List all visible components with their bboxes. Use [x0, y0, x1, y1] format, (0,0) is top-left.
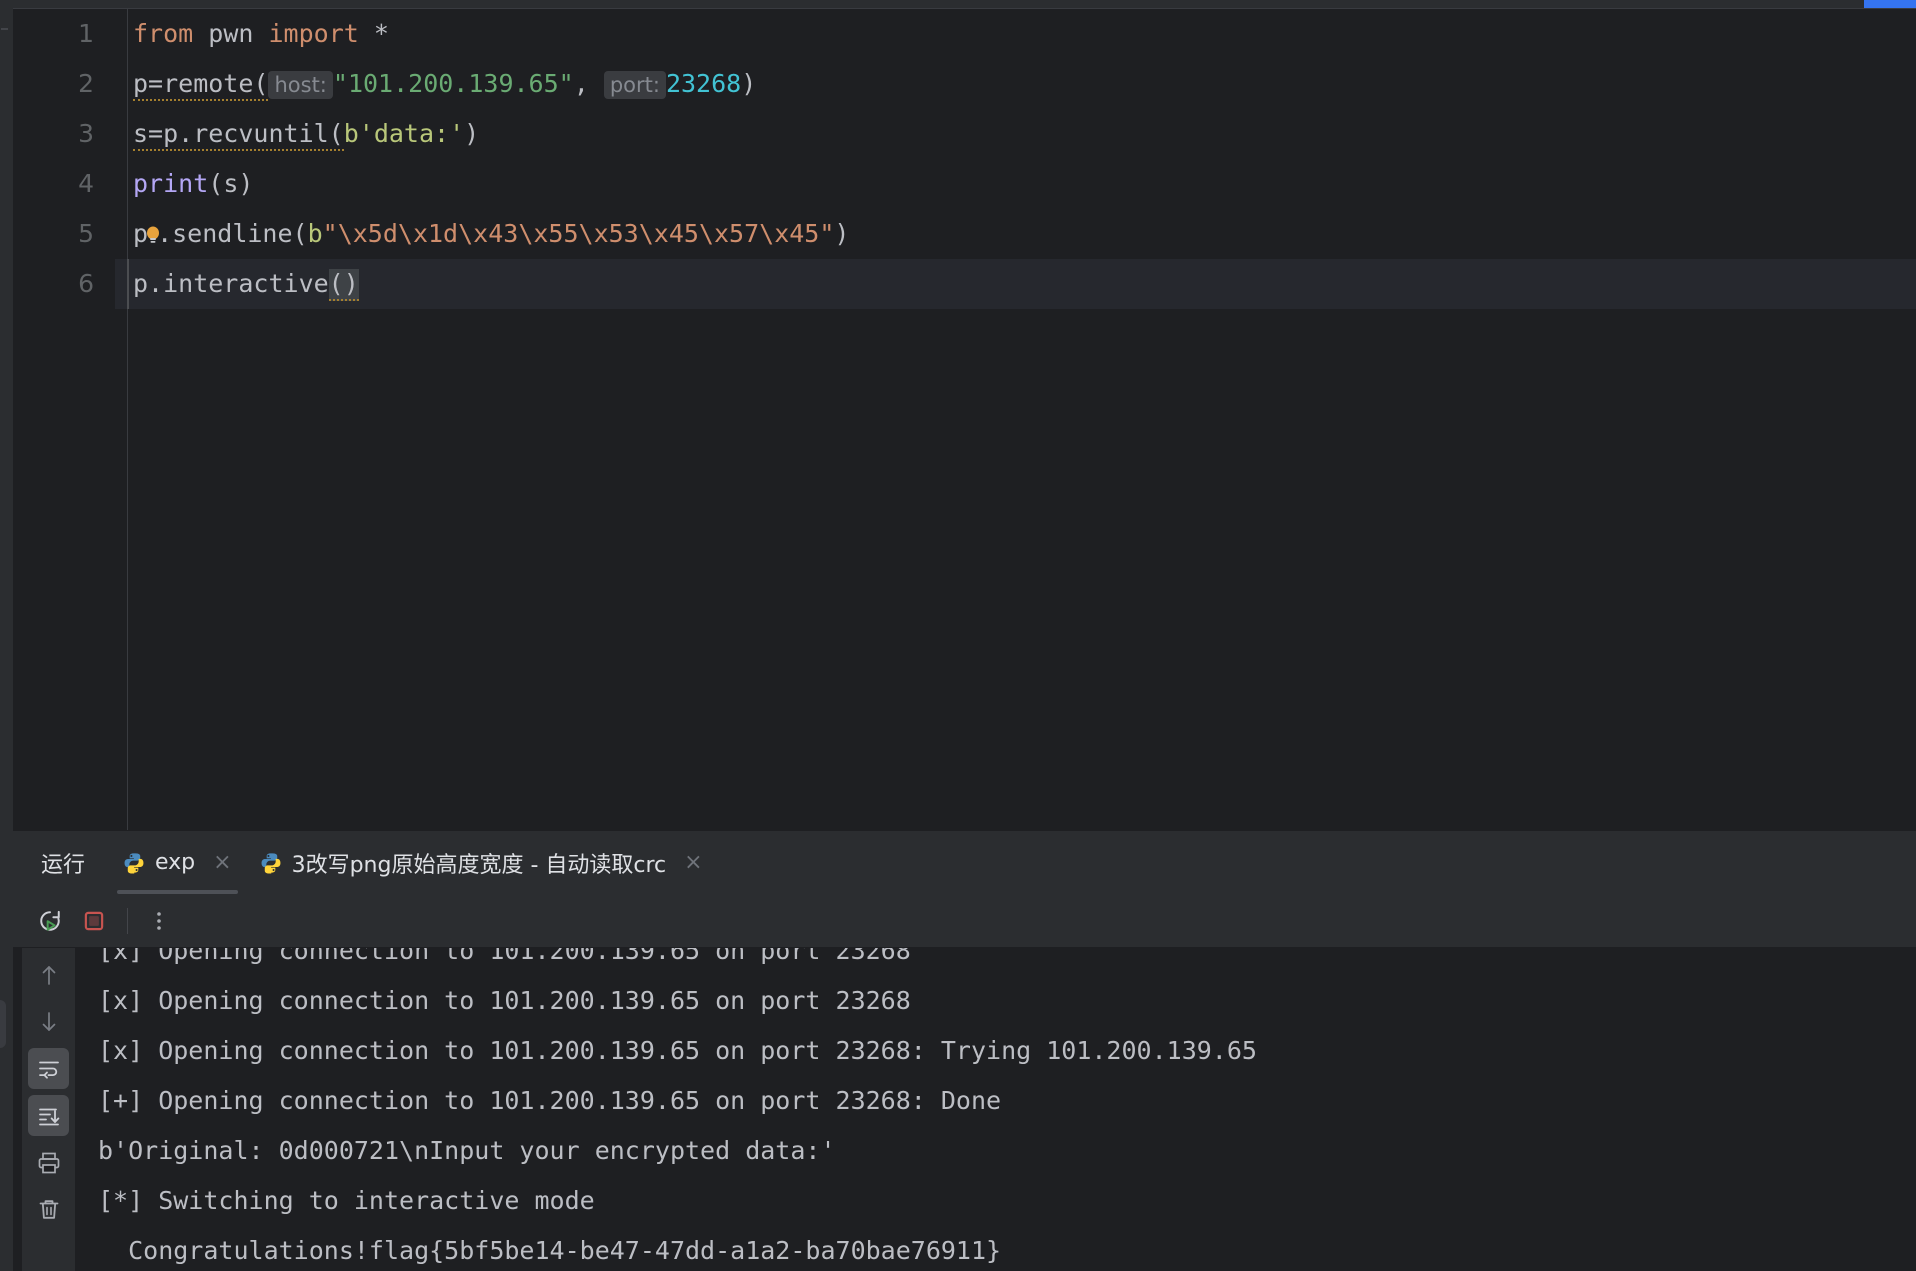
toolbar-separator	[127, 908, 128, 934]
token-interactive-call: p.interactive	[133, 269, 329, 298]
code-line-4[interactable]: print(s)	[115, 159, 1916, 209]
left-strip-tab-handle[interactable]	[0, 1000, 6, 1048]
code-editor[interactable]: 1 2 3 4 5 6 from pwn import * p=remote(h…	[13, 0, 1916, 830]
run-tab-label: 3改写png原始高度宽度 - 自动读取crc	[291, 852, 667, 878]
close-icon[interactable]: ×	[213, 850, 231, 875]
run-tool-window: 运行 exp × 3改写png原始高度宽度 - 自动读取crc × [x] Op…	[13, 830, 1916, 1271]
token-hex-escapes: \x5d\x1d\x43\x55\x53\x45\x57\x45	[337, 219, 820, 248]
rerun-button[interactable]	[33, 904, 67, 938]
editor-gutter[interactable]: 1 2 3 4 5 6	[13, 9, 115, 830]
line-number: 3	[78, 119, 94, 148]
token-keyword-from: from	[133, 19, 194, 48]
line-number: 4	[78, 169, 94, 198]
run-tab-png-script[interactable]: 3改写png原始高度宽度 - 自动读取crc ×	[246, 831, 717, 894]
console-side-rail	[22, 948, 75, 1271]
editor-progress-indicator	[1864, 0, 1916, 8]
console-line: [x] Opening connection to 101.200.139.65…	[98, 948, 911, 965]
more-options-button[interactable]	[142, 904, 176, 938]
run-panel-title: 运行	[41, 852, 86, 878]
scroll-down-button[interactable]	[28, 1001, 69, 1042]
console-line: [*] Switching to interactive mode	[98, 1186, 595, 1215]
console-line: b'Original: 0d000721\nInput your encrypt…	[98, 1136, 836, 1165]
console-line: [+] Opening connection to 101.200.139.65…	[98, 1086, 1002, 1115]
code-line-6[interactable]: p.interactive()	[115, 259, 1916, 309]
token-port-number: 23268	[665, 69, 742, 98]
line-number: 2	[78, 69, 94, 98]
token-bytes-literal: 'data:'	[358, 119, 465, 148]
token-keyword-import: import	[268, 19, 359, 48]
token-bytes-prefix: b	[307, 219, 323, 248]
token-bytes-prefix: b	[343, 119, 359, 148]
token-paren-close: )	[741, 69, 757, 98]
clear-all-button[interactable]	[28, 1189, 69, 1230]
code-line-1[interactable]: from pwn import *	[115, 9, 1916, 59]
ide-window: 1 2 3 4 5 6 from pwn import * p=remote(h…	[0, 0, 1916, 1271]
param-hint-port: port:	[603, 71, 666, 99]
run-tab-label: exp	[155, 850, 196, 875]
token-quote-close: "	[819, 219, 835, 248]
code-line-5[interactable]: p .sendline(b"\x5d\x1d\x43\x55\x53\x45\x5…	[115, 209, 1916, 259]
intention-bulb-icon[interactable]	[145, 212, 161, 243]
console-line: Congratulations!flag{5bf5be14-be47-47dd-…	[98, 1236, 1002, 1265]
console-output-lines: [x] Opening connection to 101.200.139.65…	[98, 948, 1916, 1271]
close-icon[interactable]: ×	[684, 850, 702, 875]
token-sendline-call: .sendline(	[157, 219, 308, 248]
token-star: *	[358, 19, 389, 48]
print-button[interactable]	[28, 1142, 69, 1183]
token-remote-call: p=remote(	[133, 69, 269, 101]
run-tab-exp[interactable]: exp ×	[109, 831, 246, 894]
token-host-string: "101.200.139.65"	[332, 69, 574, 98]
token-recvuntil-call: s=p.recvuntil(	[133, 119, 344, 151]
console-line: [x] Opening connection to 101.200.139.65…	[98, 1036, 1257, 1065]
current-line-caret-bar	[127, 259, 129, 309]
line-number: 5	[78, 219, 94, 248]
editor-body[interactable]: 1 2 3 4 5 6 from pwn import * p=remote(h…	[13, 9, 1916, 830]
stop-button[interactable]	[77, 904, 111, 938]
token-matched-parens: ()	[328, 269, 359, 301]
python-file-icon	[260, 852, 282, 874]
token-paren-close: )	[834, 219, 850, 248]
line-number: 6	[78, 269, 94, 298]
soft-wrap-button[interactable]	[28, 1048, 69, 1089]
token-print-function: print	[133, 169, 209, 198]
console-output[interactable]: [x] Opening connection to 101.200.139.65…	[76, 948, 1916, 1271]
token-paren-close: )	[464, 119, 480, 148]
token-comma: ,	[573, 69, 604, 98]
code-text-area[interactable]: from pwn import * p=remote(host: "101.200…	[115, 9, 1916, 830]
console-line: [x] Opening connection to 101.200.139.65…	[98, 986, 911, 1015]
token-module-pwn: pwn	[193, 19, 269, 48]
console-body: [x] Opening connection to 101.200.139.65…	[13, 948, 1916, 1271]
token-print-args: (s)	[208, 169, 254, 198]
editor-top-strip	[13, 0, 1916, 9]
run-toolbar	[13, 894, 1916, 948]
param-hint-host: host:	[268, 71, 333, 99]
scroll-to-end-button[interactable]	[28, 1095, 69, 1136]
scroll-up-button[interactable]	[28, 954, 69, 995]
python-file-icon	[123, 852, 145, 874]
run-tab-bar: 运行 exp × 3改写png原始高度宽度 - 自动读取crc ×	[13, 831, 1916, 894]
left-tool-strip	[0, 0, 13, 1271]
line-number: 1	[78, 19, 94, 48]
token-quote-open: "	[322, 219, 338, 248]
left-strip-marker	[1, 28, 8, 30]
code-line-2[interactable]: p=remote(host: "101.200.139.65", port: 232…	[115, 59, 1916, 109]
code-line-3[interactable]: s=p.recvuntil(b'data:')	[115, 109, 1916, 159]
